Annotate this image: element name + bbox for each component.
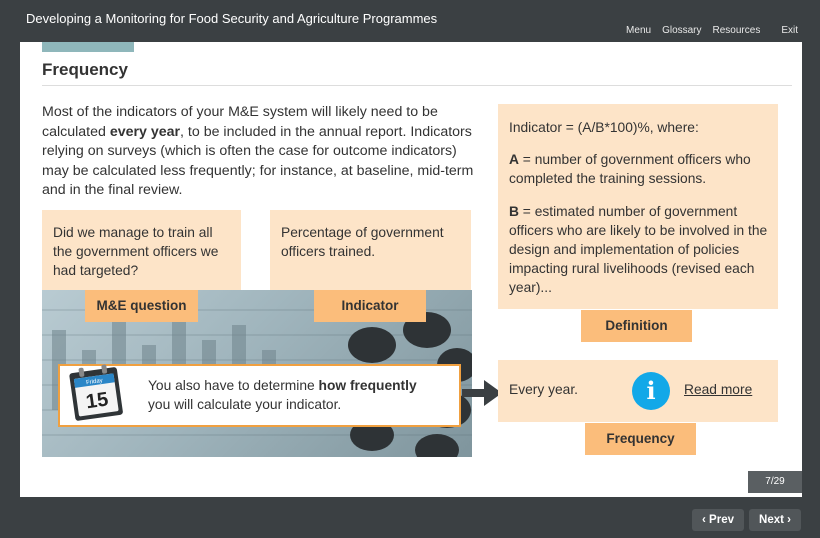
heading-divider — [42, 85, 792, 86]
question-text: Did we manage to train all the governmen… — [53, 225, 219, 278]
indicator-text: Percentage of government officers traine… — [281, 225, 444, 259]
exit-link[interactable]: Exit — [781, 25, 798, 36]
definition-b: B = estimated number of government offic… — [509, 202, 771, 297]
definition-b-text: = estimated number of government officer… — [509, 204, 768, 295]
indicator-box: Percentage of government officers traine… — [270, 210, 471, 290]
callout-text: You also have to determine how frequentl… — [148, 376, 417, 414]
question-box: Did we manage to train all the governmen… — [42, 210, 241, 290]
heading-accent-bar — [42, 42, 134, 52]
next-button[interactable]: Next › — [749, 509, 801, 531]
info-icon[interactable]: i — [632, 372, 670, 410]
intro-bold: every year — [109, 123, 181, 140]
definition-tag: Definition — [581, 310, 692, 342]
page-counter: 7/29 — [748, 471, 802, 493]
app-title: Developing a Monitoring for Food Securit… — [26, 11, 438, 26]
slide-stage: Frequency Most of the indicators of your… — [20, 42, 802, 497]
frequency-text: Every year. — [509, 382, 579, 397]
chevron-right-icon: › — [783, 514, 791, 526]
mae-question-tag: M&E question — [85, 290, 198, 322]
page-title: Frequency — [42, 60, 128, 79]
definition-formula: Indicator = (A/B*100)%, where: — [509, 120, 699, 135]
glossary-link[interactable]: Glossary — [662, 25, 701, 36]
calendar-icon: Friday 15 — [69, 364, 123, 421]
resources-link[interactable]: Resources — [713, 25, 761, 36]
indicator-tag: Indicator — [314, 290, 426, 322]
arrow-right-icon — [462, 380, 502, 406]
callout-bold: how frequently — [318, 378, 417, 393]
definition-a: A = number of government officers who co… — [509, 150, 771, 188]
frequency-tag: Frequency — [585, 423, 696, 455]
prev-label: Prev — [709, 514, 734, 526]
next-label: Next — [759, 514, 784, 526]
read-more-link[interactable]: Read more — [684, 382, 752, 397]
intro-paragraph: Most of the indicators of your M&E syste… — [42, 103, 487, 201]
frequency-box: Every year. i Read more — [498, 360, 778, 422]
definition-b-label: B — [509, 204, 519, 219]
callout-text-1: You also have to determine — [148, 378, 319, 393]
title-bar: Developing a Monitoring for Food Securit… — [0, 0, 820, 42]
definition-a-text: = number of government officers who comp… — [509, 152, 751, 186]
top-nav: Menu Glossary Resources Exit — [626, 25, 798, 36]
prev-button[interactable]: ‹ Prev — [692, 509, 744, 531]
definition-box: Indicator = (A/B*100)%, where: A = numbe… — [498, 104, 778, 309]
chevron-left-icon: ‹ — [702, 514, 710, 526]
menu-link[interactable]: Menu — [626, 25, 651, 36]
callout-text-2: you will calculate your indicator. — [148, 397, 342, 412]
definition-a-label: A — [509, 152, 519, 167]
calendar-day: 15 — [85, 388, 110, 413]
